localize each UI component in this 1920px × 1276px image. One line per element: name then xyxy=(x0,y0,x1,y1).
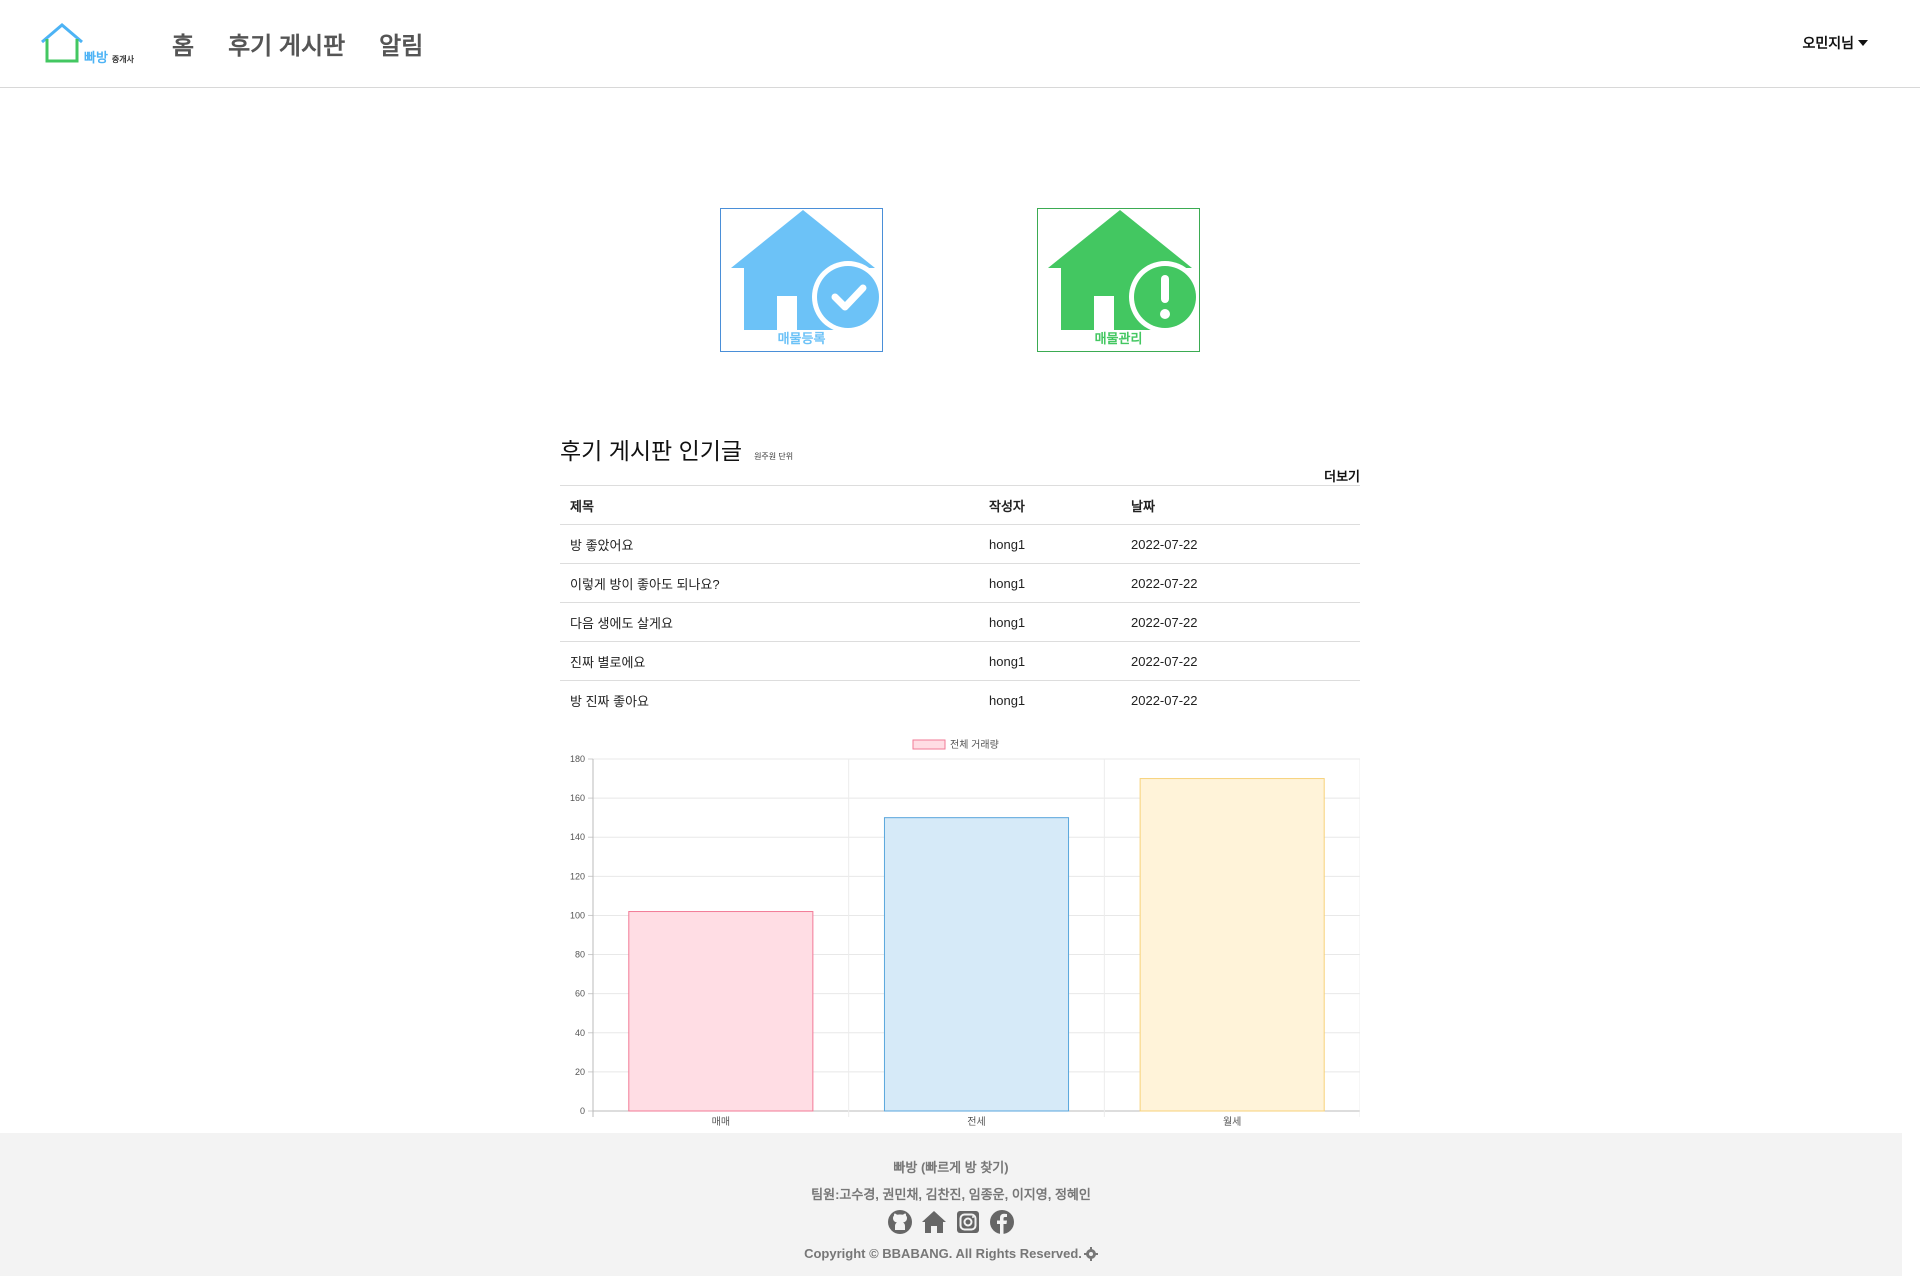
row-title[interactable]: 방 좋았어요 xyxy=(560,535,989,554)
x-tick-label: 매매 xyxy=(712,1116,730,1128)
user-name: 오민지님 xyxy=(1802,35,1854,51)
instagram-icon[interactable] xyxy=(954,1208,982,1236)
row-date: 2022-07-22 xyxy=(1131,575,1198,591)
caret-down-icon xyxy=(1858,40,1868,46)
row-date: 2022-07-22 xyxy=(1131,614,1198,630)
row-author: hong1 xyxy=(989,575,1026,591)
row-title[interactable]: 이렇게 방이 좋아도 되나요? xyxy=(560,574,989,593)
reviews-table: 제목 작성자 날짜 방 좋았어요 hong1 2022-07-22 이렇게 방이… xyxy=(560,485,1360,720)
row-author: hong1 xyxy=(989,536,1026,552)
column-header-date: 날짜 xyxy=(1131,498,1155,514)
row-title[interactable]: 다음 생에도 살게요 xyxy=(560,613,989,632)
row-date: 2022-07-22 xyxy=(1131,536,1198,552)
section-unit-note: 원주원 단위 xyxy=(754,452,794,461)
table-row[interactable]: 진짜 별로에요 hong1 2022-07-22 xyxy=(560,642,1360,681)
property-register-label: 매물등록 xyxy=(777,331,826,346)
bar-chart-svg: 0 20 40 60 80 100 120 140 160 180 매매 전세 월세 전체 거래량 xyxy=(570,739,1360,1128)
nav-review-board[interactable]: 후기 게시판 xyxy=(228,26,345,61)
row-title[interactable]: 진짜 별로에요 xyxy=(560,652,989,671)
y-tick-label: 20 xyxy=(575,1067,585,1077)
table-row[interactable]: 다음 생에도 살게요 hong1 2022-07-22 xyxy=(560,603,1360,642)
house-logo-icon xyxy=(41,23,83,63)
facebook-icon[interactable] xyxy=(988,1208,1016,1236)
x-tick-label: 월세 xyxy=(1223,1116,1241,1128)
bar-2 xyxy=(883,817,1070,1112)
copyright-text: Copyright © BBABANG. All Rights Reserved… xyxy=(804,1246,1082,1261)
legend-label: 전체 거래량 xyxy=(950,739,999,751)
property-manage-button[interactable]: 매물관리 xyxy=(1037,208,1200,352)
table-header-row: 제목 작성자 날짜 xyxy=(560,486,1360,525)
y-tick-label: 80 xyxy=(575,950,585,960)
footer-copyright: Copyright © BBABANG. All Rights Reserved… xyxy=(0,1246,1902,1261)
popular-reviews-section: 후기 게시판 인기글 원주원 단위 더보기 제목 작성자 날짜 방 좋았어요 h… xyxy=(560,432,1360,709)
y-tick-label: 180 xyxy=(570,754,585,764)
y-tick-label: 60 xyxy=(575,989,585,999)
y-tick-label: 120 xyxy=(570,871,585,881)
legend-swatch xyxy=(912,739,946,750)
table-row[interactable]: 이렇게 방이 좋아도 되나요? hong1 2022-07-22 xyxy=(560,564,1360,603)
row-date: 2022-07-22 xyxy=(1131,653,1198,669)
page-footer: 빠방 (빠르게 방 찾기) 팀원:고수경, 권민채, 김찬진, 임종운, 이지영… xyxy=(0,1133,1902,1276)
footer-title: 빠방 (빠르게 방 찾기) xyxy=(893,1160,1009,1175)
section-title: 후기 게시판 인기글 원주원 단위 xyxy=(560,432,1360,466)
user-menu-dropdown[interactable]: 오민지님 xyxy=(1802,33,1868,53)
section-title-text: 후기 게시판 인기글 xyxy=(560,438,743,464)
x-tick-label: 전세 xyxy=(967,1116,985,1128)
home-icon[interactable] xyxy=(920,1208,948,1236)
footer-team: 팀원:고수경, 권민채, 김찬진, 임종운, 이지영, 정혜인 xyxy=(811,1187,1091,1202)
main-nav: 홈 후기 게시판 알림 xyxy=(172,26,423,61)
logo-subtext: 중개사 xyxy=(111,55,135,64)
row-title[interactable]: 방 진짜 좋아요 xyxy=(560,691,989,710)
row-author: hong1 xyxy=(989,693,1026,708)
top-navbar: 빠방 중개사 홈 후기 게시판 알림 오민지님 xyxy=(0,0,1920,88)
bar-3 xyxy=(1139,778,1325,1112)
y-tick-label: 160 xyxy=(570,793,585,803)
nav-notifications[interactable]: 알림 xyxy=(379,26,423,61)
nav-home[interactable]: 홈 xyxy=(172,26,194,61)
logo-text: 빠방 중개사 xyxy=(84,50,135,65)
gear-icon[interactable] xyxy=(1083,1246,1098,1261)
table-row[interactable]: 방 좋았어요 hong1 2022-07-22 xyxy=(560,525,1360,564)
github-icon[interactable] xyxy=(886,1208,914,1236)
house-alert-icon xyxy=(1048,210,1197,333)
house-check-icon xyxy=(731,210,880,333)
property-manage-label: 매물관리 xyxy=(1094,331,1143,346)
bar-1 xyxy=(628,911,814,1112)
column-header-author: 작성자 xyxy=(989,498,1025,514)
more-link[interactable]: 더보기 xyxy=(1324,466,1360,485)
y-tick-label: 0 xyxy=(580,1106,585,1116)
y-tick-label: 40 xyxy=(575,1028,585,1038)
y-tick-label: 140 xyxy=(570,832,585,842)
footer-icon-links xyxy=(0,1208,1902,1236)
transaction-volume-chart: 0 20 40 60 80 100 120 140 160 180 매매 전세 월세 전체 거래량 xyxy=(560,733,1360,1133)
brand-logo[interactable]: 빠방 중개사 xyxy=(40,22,142,68)
row-author: hong1 xyxy=(989,653,1026,669)
row-author: hong1 xyxy=(989,614,1026,630)
property-register-button[interactable]: 매물등록 xyxy=(720,208,883,352)
column-header-title: 제목 xyxy=(570,498,594,514)
table-row[interactable]: 방 진짜 좋아요 hong1 2022-07-22 xyxy=(560,681,1360,720)
y-tick-label: 100 xyxy=(570,910,585,920)
row-date: 2022-07-22 xyxy=(1131,693,1198,708)
